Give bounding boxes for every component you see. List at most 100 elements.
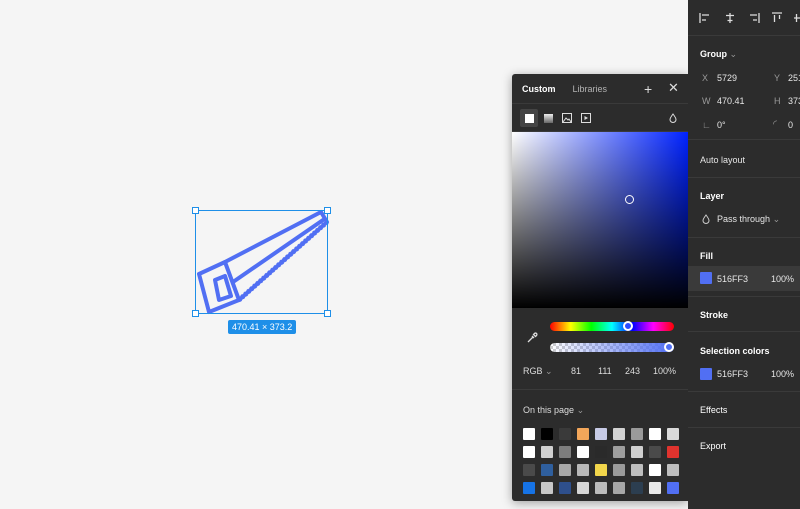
- align-right-icon[interactable]: [748, 12, 760, 24]
- color-swatch[interactable]: [613, 464, 625, 476]
- color-swatch[interactable]: [649, 446, 661, 458]
- page-colors-dropdown[interactable]: On this page ⌄: [523, 405, 584, 416]
- color-swatch[interactable]: [667, 446, 679, 458]
- selection-size-badge: 470.41 × 373.2: [228, 320, 297, 334]
- color-swatch[interactable]: [559, 482, 571, 494]
- close-icon[interactable]: ✕: [668, 81, 679, 95]
- color-swatch[interactable]: [631, 446, 643, 458]
- color-swatch[interactable]: [559, 464, 571, 476]
- plus-icon[interactable]: +: [644, 82, 652, 96]
- image-fill-icon[interactable]: [558, 109, 576, 127]
- resize-handle-bottom-left[interactable]: [192, 310, 199, 317]
- color-swatch[interactable]: [541, 428, 553, 440]
- color-swatch[interactable]: [631, 482, 643, 494]
- eyedropper-icon[interactable]: [526, 331, 538, 349]
- color-swatch[interactable]: [577, 464, 589, 476]
- color-swatch[interactable]: [541, 464, 553, 476]
- align-top-icon[interactable]: [771, 12, 783, 24]
- color-swatch[interactable]: [523, 446, 535, 458]
- color-swatch[interactable]: [613, 482, 625, 494]
- fill-hex-input[interactable]: 516FF3: [717, 274, 748, 284]
- fill-swatch[interactable]: [700, 272, 712, 284]
- y-label: Y: [774, 73, 781, 83]
- color-swatch[interactable]: [541, 482, 553, 494]
- height-input[interactable]: 373: [788, 96, 800, 106]
- color-swatch[interactable]: [595, 428, 607, 440]
- color-swatch[interactable]: [577, 428, 589, 440]
- color-swatch[interactable]: [577, 482, 589, 494]
- resize-handle-top-right[interactable]: [324, 207, 331, 214]
- saturation-brightness-area[interactable]: [512, 132, 688, 308]
- resize-handle-top-left[interactable]: [192, 207, 199, 214]
- blue-value-input[interactable]: 243: [625, 366, 640, 376]
- color-swatch[interactable]: [667, 482, 679, 494]
- fill-opacity-input[interactable]: 100%: [771, 274, 794, 284]
- gradient-fill-icon[interactable]: [539, 109, 557, 127]
- color-swatch[interactable]: [631, 428, 643, 440]
- resize-handle-bottom-right[interactable]: [324, 310, 331, 317]
- y-input[interactable]: 251: [788, 73, 800, 83]
- selection-color-swatch[interactable]: [700, 368, 712, 380]
- alignment-toolbar: [688, 0, 800, 36]
- effects-title[interactable]: Effects: [700, 405, 727, 415]
- color-swatch[interactable]: [649, 482, 661, 494]
- droplet-icon[interactable]: [664, 109, 682, 127]
- color-swatch[interactable]: [649, 428, 661, 440]
- color-swatch[interactable]: [559, 428, 571, 440]
- solid-fill-icon[interactable]: [520, 109, 538, 127]
- color-swatch[interactable]: [595, 446, 607, 458]
- color-swatch[interactable]: [541, 446, 553, 458]
- opacity-slider-handle[interactable]: [664, 342, 674, 352]
- tab-custom[interactable]: Custom: [522, 84, 556, 94]
- color-swatch[interactable]: [613, 428, 625, 440]
- fill-title: Fill: [700, 251, 713, 261]
- opacity-slider[interactable]: [550, 343, 674, 352]
- stroke-title: Stroke: [700, 310, 729, 320]
- color-swatch[interactable]: [559, 446, 571, 458]
- layer-title: Layer: [700, 191, 725, 201]
- align-center-horizontal-icon[interactable]: [724, 12, 736, 24]
- opacity-value-input[interactable]: 100%: [653, 366, 676, 376]
- export-section: Export: [688, 428, 800, 464]
- color-picker-knob[interactable]: [625, 195, 634, 204]
- color-swatch[interactable]: [595, 482, 607, 494]
- color-swatch[interactable]: [523, 464, 535, 476]
- group-section: Group ⌄ X 5729 Y 251 W 470.41 H 373 ∟ 0°…: [688, 36, 800, 140]
- export-title[interactable]: Export: [700, 441, 726, 451]
- green-value-input[interactable]: 111: [598, 366, 612, 376]
- blend-mode-select[interactable]: Pass through ⌄: [717, 214, 780, 225]
- selection-hex-input[interactable]: 516FF3: [717, 369, 748, 379]
- color-model-select[interactable]: RGB ⌄: [523, 366, 553, 377]
- fill-row[interactable]: 516FF3 100%: [688, 266, 800, 291]
- video-fill-icon[interactable]: [577, 109, 595, 127]
- color-swatch[interactable]: [631, 464, 643, 476]
- tab-libraries[interactable]: Libraries: [573, 84, 608, 94]
- page-colors-section: On this page ⌄: [512, 389, 688, 494]
- color-swatch[interactable]: [577, 446, 589, 458]
- properties-panel: Group ⌄ X 5729 Y 251 W 470.41 H 373 ∟ 0°…: [688, 0, 800, 509]
- color-swatch[interactable]: [667, 428, 679, 440]
- color-swatch[interactable]: [613, 446, 625, 458]
- align-middle-vertical-icon[interactable]: [793, 12, 800, 24]
- fill-type-toolbar: [512, 104, 688, 132]
- selection-box[interactable]: [192, 207, 331, 317]
- group-label[interactable]: Group ⌄: [700, 49, 737, 60]
- h-label: H: [774, 96, 781, 106]
- corner-radius-input[interactable]: 0: [788, 120, 793, 130]
- hue-slider[interactable]: [550, 322, 674, 331]
- selection-opacity-input[interactable]: 100%: [771, 369, 794, 379]
- color-swatch[interactable]: [595, 464, 607, 476]
- width-input[interactable]: 470.41: [717, 96, 745, 106]
- color-picker-popover: Custom Libraries + ✕ RGB ⌄ 81 111 243 10…: [512, 74, 688, 501]
- effects-section: Effects: [688, 392, 800, 428]
- x-input[interactable]: 5729: [717, 73, 737, 83]
- auto-layout-label[interactable]: Auto layout: [700, 155, 745, 165]
- align-left-icon[interactable]: [699, 12, 711, 24]
- color-swatch[interactable]: [667, 464, 679, 476]
- color-swatch[interactable]: [649, 464, 661, 476]
- color-swatch[interactable]: [523, 482, 535, 494]
- rotation-input[interactable]: 0°: [717, 120, 726, 130]
- color-swatch[interactable]: [523, 428, 535, 440]
- red-value-input[interactable]: 81: [571, 366, 581, 376]
- hue-slider-handle[interactable]: [623, 321, 633, 331]
